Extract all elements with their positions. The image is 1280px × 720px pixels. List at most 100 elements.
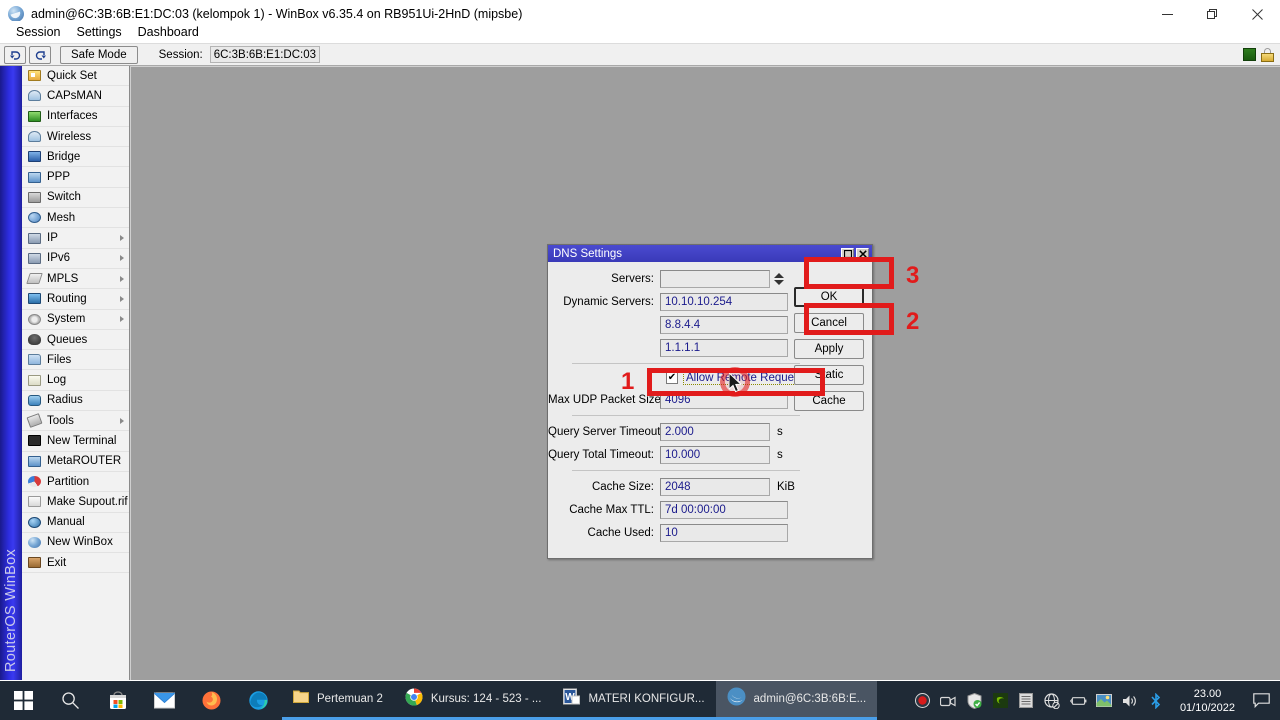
dialog-title: DNS Settings [553,247,623,260]
cancel-button[interactable]: Cancel [794,313,864,333]
sidebar-item-label: MPLS [47,272,79,285]
radius-icon [27,393,42,407]
sidebar-item-bridge[interactable]: Bridge [22,147,129,168]
start-button[interactable] [0,681,47,720]
chevron-right-icon [120,235,124,242]
sidebar-item-ip[interactable]: IP [22,228,129,249]
divider-3 [572,470,800,471]
dynamic-server-2: 8.8.4.4 [660,316,788,334]
sidebar-item-tools[interactable]: Tools [22,411,129,432]
undo-button[interactable] [4,45,26,64]
bridge-icon [27,150,42,164]
sidebar-item-wireless[interactable]: Wireless [22,127,129,148]
allow-remote-requests-checkbox[interactable]: ✔ [666,372,678,384]
cache-max-ttl-row: Cache Max TTL: 7d 00:00:00 [548,501,872,519]
tools-icon [26,413,43,429]
servers-row: Servers: [548,270,872,288]
session-label: Session: [158,48,203,61]
sidebar-item-manual[interactable]: Manual [22,513,129,533]
winbox-icon [727,687,746,711]
sidebar-item-label: System [47,313,86,326]
cache-size-input[interactable]: 2048 [660,478,770,496]
chevron-right-icon [120,255,124,262]
volume-icon[interactable] [1122,692,1139,709]
query-total-timeout-label: Query Total Timeout: [548,449,654,461]
sidebar-item-routing[interactable]: Routing [22,289,129,310]
sidebar-item-log[interactable]: Log [22,370,129,391]
routeros-brand-band: RouterOS WinBox [0,66,22,680]
taskbar-window-winbox[interactable]: admin@6C:3B:6B:E... [715,681,878,720]
sidebar-item-label: PPP [47,171,71,184]
menu-dashboard[interactable]: Dashboard [130,23,207,41]
taskbar-clock[interactable]: 23.00 01/10/2022 [1174,687,1241,715]
ipv6-icon [27,251,42,265]
nvidia-icon[interactable] [992,692,1009,709]
cache-button[interactable]: Cache [794,391,864,411]
servers-input[interactable] [660,270,770,288]
chevron-right-icon [120,275,124,282]
sidebar-item-label: Interfaces [47,110,98,123]
max-udp-input[interactable]: 4096 [660,391,788,409]
sidebar-item-system[interactable]: System [22,310,129,330]
cache-used-value: 10 [660,524,788,542]
taskbar-window-pertemuan2[interactable]: Pertemuan 2 [282,681,394,720]
taskbar-window-materi[interactable]: W MATERI KONFIGUR... [552,681,716,720]
screen-record-icon[interactable] [940,692,957,709]
toolbar-status-area [1243,47,1280,62]
sidebar-item-make-supout-rif[interactable]: Make Supout.rif [22,492,129,513]
record-icon[interactable] [914,692,931,709]
sidebar-item-queues[interactable]: Queues [22,330,129,351]
safe-mode-button[interactable]: Safe Mode [60,45,138,64]
query-total-timeout-input[interactable]: 10.000 [660,446,770,464]
sidebar-item-switch[interactable]: Switch [22,188,129,209]
word-icon: W [563,688,581,710]
sidebar-item-new-terminal[interactable]: New Terminal [22,431,129,452]
sidebar-item-radius[interactable]: Radius [22,391,129,412]
cache-max-ttl-input[interactable]: 7d 00:00:00 [660,501,788,519]
sidebar-item-files[interactable]: Files [22,350,129,371]
sidebar-item-exit[interactable]: Exit [22,553,129,574]
redo-button[interactable] [29,45,51,64]
sidebar-item-mpls[interactable]: MPLS [22,269,129,290]
query-server-timeout-label: Query Server Timeout: [548,426,664,438]
mail-icon[interactable] [141,681,188,720]
clock-date: 01/10/2022 [1179,701,1235,714]
display-icon[interactable] [1096,692,1113,709]
sidebar-item-metarouter[interactable]: MetaROUTER [22,452,129,472]
sidebar-item-mesh[interactable]: Mesh [22,208,129,229]
firefox-icon[interactable] [188,681,235,720]
query-server-timeout-input[interactable]: 2.000 [660,423,770,441]
bluetooth-icon[interactable] [1148,692,1165,709]
notification-icon[interactable] [1250,692,1272,709]
secure-lock-icon [1261,47,1274,62]
ok-button[interactable]: OK [794,287,864,307]
search-icon[interactable] [47,681,94,720]
servers-spinner[interactable] [773,270,785,288]
dynamic-servers-label: Dynamic Servers: [563,296,654,308]
sidebar-item-partition[interactable]: Partition [22,472,129,493]
sidebar-item-new-winbox[interactable]: New WinBox [22,533,129,554]
sidebar-item-label: Manual [47,516,85,529]
apply-button[interactable]: Apply [794,339,864,359]
sidebar-item-ppp[interactable]: PPP [22,167,129,188]
dialog-restore-button[interactable] [841,247,854,260]
menu-session[interactable]: Session [8,23,68,41]
mpls-icon [26,272,43,286]
capsman-icon [27,89,42,103]
edge-icon[interactable] [235,681,282,720]
sidebar-item-capsman[interactable]: CAPsMAN [22,86,129,107]
divider-2 [572,415,800,416]
sidebar-item-interfaces[interactable]: Interfaces [22,107,129,127]
windows-security-icon[interactable] [966,692,983,709]
menu-settings[interactable]: Settings [68,23,129,41]
network-globe-icon[interactable] [1044,692,1061,709]
dialog-close-button[interactable] [856,247,869,260]
taskbar-window-kursus[interactable]: Kursus: 124 - 523 - ... [393,681,553,720]
sidebar-item-quick-set[interactable]: Quick Set [22,66,129,87]
allow-remote-requests-label[interactable]: Allow Remote Requests [683,371,812,385]
battery-icon[interactable] [1070,692,1087,709]
list-icon[interactable] [1018,692,1035,709]
static-button[interactable]: Static [794,365,864,385]
sidebar-item-ipv6[interactable]: IPv6 [22,249,129,269]
microsoft-store-icon[interactable] [94,681,141,720]
